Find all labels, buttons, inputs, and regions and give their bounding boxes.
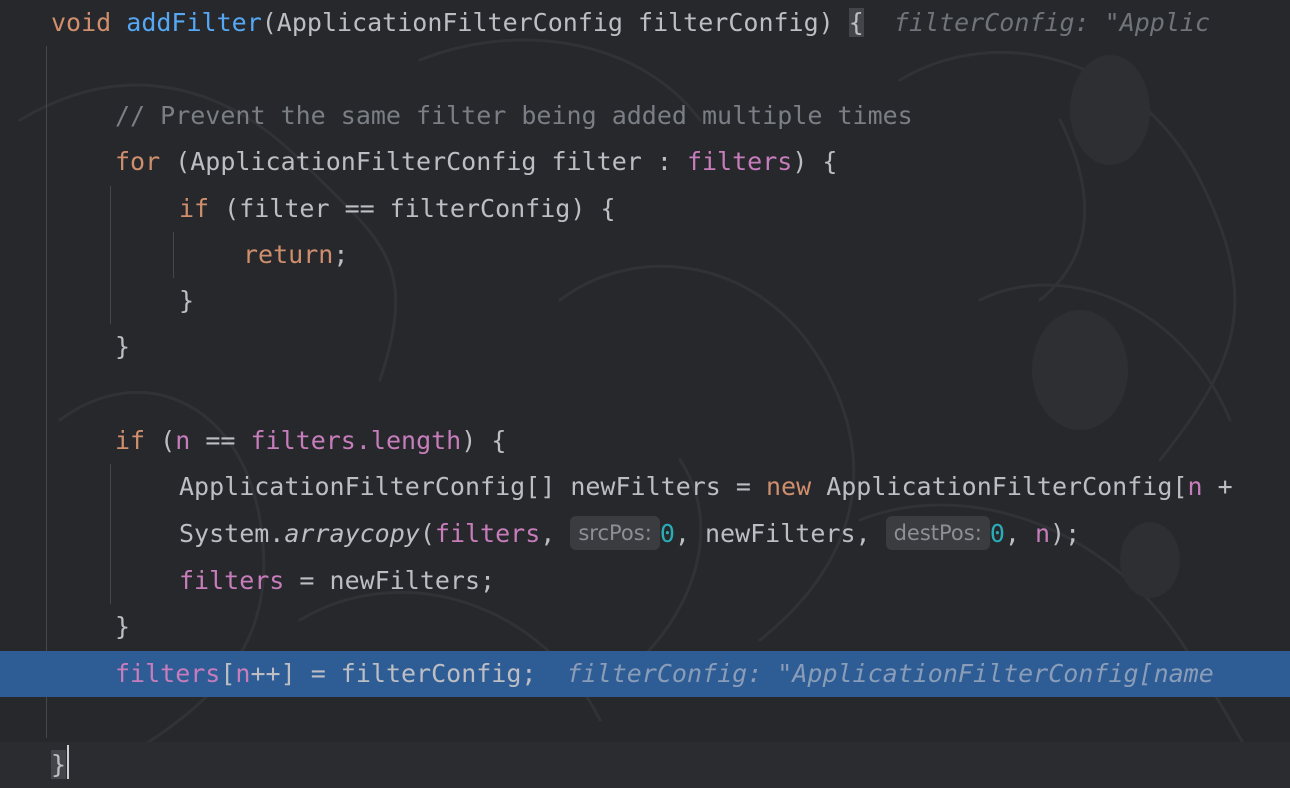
comma: , [1004,519,1035,548]
code-line-17-caret[interactable]: } [0,742,1290,788]
field-n: n [235,659,251,688]
code-line-5[interactable]: if (filter == filterConfig) { [0,186,1290,232]
code-line-10[interactable]: if (n == filters.length) { [0,418,1290,464]
code-line-8[interactable]: } [0,324,1290,370]
array-declaration: ApplicationFilterConfig[] newFilters = [179,472,766,501]
matched-brace: { [848,8,864,37]
code-line-7[interactable]: } [0,278,1290,324]
if-condition: (filter == filterConfig) { [209,194,616,223]
closing-brace: } [115,612,131,641]
matched-brace: } [51,750,67,779]
code-comment: // Prevent the same filter being added m… [115,101,913,130]
code-line-4[interactable]: for (ApplicationFilterConfig filter : fi… [0,139,1290,185]
field-filters-length: filters.length [250,426,462,455]
text-caret [67,745,70,779]
equals-operator: == [190,426,251,455]
inline-value-hint: filterConfig: "ApplicationFilterConfig[n… [566,659,1214,688]
parameter-hint-srcpos: srcPos: [570,516,660,550]
arguments-middle: , newFilters, [674,519,886,548]
semicolon: ; [333,240,349,269]
code-line-14[interactable]: } [0,604,1290,650]
keyword-if: if [179,194,210,223]
code-line-6[interactable]: return; [0,232,1290,278]
for-header: (ApplicationFilterConfig filter : [160,147,687,176]
assignment: ++] = filterConfig; [250,659,537,688]
code-line-11[interactable]: ApplicationFilterConfig[] newFilters = n… [0,464,1290,510]
field-filters: filters [115,659,221,688]
field-filters: filters [686,147,793,176]
bracket-open: [ [220,659,236,688]
number-literal: 0 [659,519,675,548]
inline-value-hint: filterConfig: "Applic [893,8,1210,37]
code-line-15-current-execution[interactable]: filters[n++] = filterConfig; filterConfi… [0,651,1290,697]
field-n: n [1034,519,1051,548]
code-line-12[interactable]: System.arraycopy(filters, srcPos: 0, newF… [0,511,1290,557]
paren-close: ) { [461,426,507,455]
method-name: addFilter [126,8,262,37]
field-filters: filters [179,566,285,595]
assignment: = newFilters; [284,566,496,595]
closing-brace: } [115,332,131,361]
field-filters: filters [434,519,541,548]
truncated-tail: + [1202,472,1233,501]
code-line-3[interactable]: // Prevent the same filter being added m… [0,93,1290,139]
keyword-if: if [115,426,146,455]
code-line-1[interactable]: void addFilter(ApplicationFilterConfig f… [0,0,1290,46]
field-n: n [175,426,191,455]
keyword-new: new [766,472,812,501]
closing-brace: } [179,286,195,315]
code-editor[interactable]: void addFilter(ApplicationFilterConfig f… [0,0,1290,788]
static-method-arraycopy: arraycopy [284,519,420,548]
array-type: ApplicationFilterConfig[ [811,472,1188,501]
number-literal: 0 [989,519,1005,548]
paren-close: ); [1050,519,1081,548]
paren-open: ( [145,426,176,455]
keyword-return: return [243,240,334,269]
field-n: n [1187,472,1203,501]
parameter-hint-destpos: destPos: [885,516,990,550]
keyword-for: for [115,147,161,176]
for-close: ) { [792,147,838,176]
method-params: (ApplicationFilterConfig filterConfig) [261,8,849,37]
keyword-void: void [51,8,112,37]
comma: , [540,519,571,548]
paren-open: ( [419,519,435,548]
system-class: System. [179,519,285,548]
code-line-13[interactable]: filters = newFilters; [0,558,1290,604]
